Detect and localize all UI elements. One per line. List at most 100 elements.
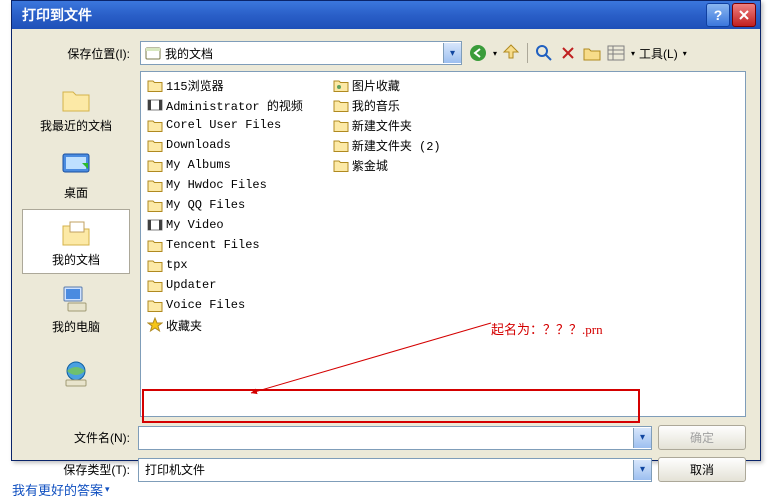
- file-item[interactable]: My QQ Files: [147, 196, 303, 214]
- star-icon: [147, 317, 163, 333]
- folder-icon: [147, 297, 163, 313]
- file-item[interactable]: Corel User Files: [147, 116, 303, 134]
- views-dropdown-icon[interactable]: ▾: [631, 49, 635, 58]
- cancel-button[interactable]: 取消: [658, 457, 746, 482]
- file-item[interactable]: My Hwdoc Files: [147, 176, 303, 194]
- file-item[interactable]: Downloads: [147, 136, 303, 154]
- folder-icon: [147, 277, 163, 293]
- file-column-2: 图片收藏我的音乐新建文件夹新建文件夹 (2) 紫金城: [333, 76, 441, 334]
- search-icon[interactable]: [534, 43, 554, 63]
- file-column-1: 115浏览器 Administrator 的视频 Corel User Files D…: [147, 76, 303, 334]
- file-name: Updater: [166, 278, 216, 292]
- file-item[interactable]: 图片收藏: [333, 76, 441, 94]
- file-name: Downloads: [166, 138, 231, 152]
- file-name: tpx: [166, 258, 188, 272]
- file-item[interactable]: Administrator 的视频: [147, 96, 303, 114]
- file-item[interactable]: 新建文件夹: [333, 116, 441, 134]
- folder-icon: [147, 77, 163, 93]
- file-item[interactable]: tpx: [147, 256, 303, 274]
- tools-menu-label[interactable]: 工具(L): [639, 45, 678, 62]
- location-combo[interactable]: 我的文档 ▾: [140, 41, 462, 65]
- better-answer-link[interactable]: 我有更好的答案 ▾: [12, 480, 110, 499]
- place-label: 桌面: [64, 184, 88, 201]
- chevron-down-icon[interactable]: ▾: [443, 43, 461, 63]
- mydocs-large-icon: [60, 216, 92, 248]
- network-icon: [60, 358, 92, 390]
- delete-icon[interactable]: [558, 43, 578, 63]
- file-item[interactable]: Updater: [147, 276, 303, 294]
- back-icon[interactable]: [468, 43, 488, 63]
- file-item[interactable]: 紫金城: [333, 156, 441, 174]
- filename-combo[interactable]: ▾: [138, 426, 652, 450]
- folder-icon: [333, 137, 349, 153]
- file-item[interactable]: My Albums: [147, 156, 303, 174]
- folder-icon: [333, 97, 349, 113]
- file-name: 新建文件夹: [352, 117, 412, 134]
- titlebar: 打印到文件 ?: [12, 1, 760, 29]
- folder-icon: [333, 117, 349, 133]
- file-item[interactable]: 收藏夹: [147, 316, 303, 334]
- bottom-rows: 文件名(N): ▾ 确定 保存类型(T): 打印机文件 ▾ 取消: [12, 421, 760, 482]
- file-name: Tencent Files: [166, 238, 260, 252]
- folder-icon: [147, 197, 163, 213]
- filename-input[interactable]: [139, 428, 633, 448]
- chevron-down-icon: ▾: [105, 484, 110, 495]
- pictures-icon: [333, 77, 349, 93]
- location-label: 保存位置(I):: [38, 45, 134, 62]
- file-name: 收藏夹: [166, 317, 202, 334]
- file-item[interactable]: 我的音乐: [333, 96, 441, 114]
- file-item[interactable]: 新建文件夹 (2): [333, 136, 441, 154]
- file-item[interactable]: My Video: [147, 216, 303, 234]
- places-bar: 我最近的文档 桌面 我的文档 我的电脑: [12, 71, 140, 421]
- annotation-text: 起名为：？？？.prn: [491, 319, 603, 338]
- views-icon[interactable]: [606, 43, 626, 63]
- print-to-file-dialog: 打印到文件 ? 保存位置(I): 我的文档 ▾ ▾: [11, 0, 761, 461]
- file-list-pane[interactable]: 115浏览器 Administrator 的视频 Corel User Files D…: [140, 71, 746, 417]
- folder-icon: [147, 157, 163, 173]
- footer-link-text: 我有更好的答案: [12, 480, 103, 499]
- chevron-down-icon[interactable]: ▾: [633, 428, 651, 448]
- place-label: 我最近的文档: [40, 117, 112, 134]
- file-name: Administrator 的视频: [166, 97, 303, 114]
- video-icon: [147, 217, 163, 233]
- file-name: My Albums: [166, 158, 231, 172]
- place-network[interactable]: [22, 343, 130, 408]
- chevron-down-icon[interactable]: ▾: [633, 460, 651, 480]
- folder-icon: [147, 137, 163, 153]
- up-one-level-icon[interactable]: [501, 43, 521, 63]
- file-name: My Video: [166, 218, 224, 232]
- folder-icon: [147, 237, 163, 253]
- file-name: 紫金城: [352, 157, 388, 174]
- close-button[interactable]: [732, 3, 756, 27]
- dialog-title: 打印到文件: [22, 5, 704, 25]
- place-computer[interactable]: 我的电脑: [22, 276, 130, 341]
- recent-icon: [60, 82, 92, 114]
- place-mydocs[interactable]: 我的文档: [22, 209, 130, 274]
- place-label: 我的文档: [52, 251, 100, 268]
- annotation-highlight-box: [142, 389, 640, 423]
- tools-dropdown-icon[interactable]: ▾: [683, 49, 687, 58]
- filename-label: 文件名(N):: [38, 429, 130, 446]
- file-item[interactable]: Tencent Files: [147, 236, 303, 254]
- file-name: Voice Files: [166, 298, 245, 312]
- back-dropdown-icon[interactable]: ▾: [493, 49, 497, 58]
- help-button[interactable]: ?: [706, 3, 730, 27]
- location-value: 我的文档: [165, 45, 443, 62]
- file-name: Corel User Files: [166, 118, 281, 132]
- file-name: 115浏览器: [166, 77, 224, 94]
- file-item[interactable]: Voice Files: [147, 296, 303, 314]
- new-folder-icon[interactable]: [582, 43, 602, 63]
- place-recent[interactable]: 我最近的文档: [22, 75, 130, 140]
- place-desktop[interactable]: 桌面: [22, 142, 130, 207]
- savetype-label: 保存类型(T):: [38, 461, 130, 478]
- video-icon: [147, 97, 163, 113]
- place-label: 我的电脑: [52, 318, 100, 335]
- file-item[interactable]: 115浏览器: [147, 76, 303, 94]
- file-name: 图片收藏: [352, 77, 400, 94]
- ok-button[interactable]: 确定: [658, 425, 746, 450]
- main-area: 我最近的文档 桌面 我的文档 我的电脑: [12, 71, 760, 421]
- folder-icon: [147, 117, 163, 133]
- savetype-combo[interactable]: 打印机文件 ▾: [138, 458, 652, 482]
- mydocs-icon: [145, 45, 161, 61]
- file-name: 我的音乐: [352, 97, 400, 114]
